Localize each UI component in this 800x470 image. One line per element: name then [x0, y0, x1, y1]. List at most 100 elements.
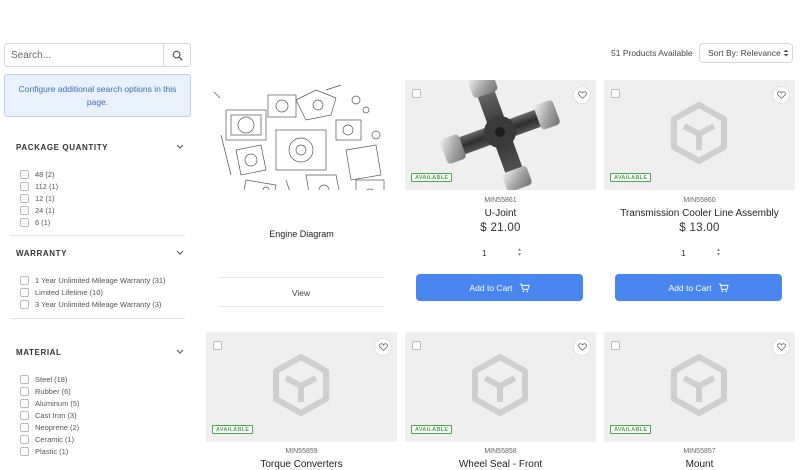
product-price: $ 13.00 [679, 222, 720, 234]
facet-option[interactable]: Ceramic (1) [20, 433, 190, 445]
box-placeholder-icon [273, 354, 329, 416]
facet-option[interactable]: 1 Year Unlimited Mileage Warranty (31) [20, 274, 190, 286]
cart-icon [718, 282, 729, 292]
checkbox[interactable] [20, 275, 29, 285]
box-placeholder-icon [671, 354, 727, 416]
sort-select[interactable]: Sort By: Relevance [699, 43, 793, 63]
checkbox[interactable] [20, 205, 29, 215]
product-image[interactable]: AVAILABLE [604, 80, 795, 190]
compare-checkbox[interactable] [412, 341, 421, 350]
quantity-stepper[interactable]: 1 ▲ ▼ [681, 245, 721, 261]
compare-checkbox[interactable] [412, 89, 421, 98]
favorite-button[interactable] [773, 339, 789, 355]
compare-checkbox[interactable] [213, 341, 222, 350]
search-input[interactable] [5, 44, 163, 66]
checkbox[interactable] [20, 181, 29, 191]
product-sku: MIN55858 [484, 448, 517, 455]
checkbox[interactable] [20, 287, 29, 297]
facet-title: MATERIAL [16, 347, 62, 357]
checkbox[interactable] [20, 386, 29, 396]
checkbox[interactable] [20, 422, 29, 432]
checkbox[interactable] [20, 398, 29, 408]
facet-option[interactable]: 112 (1) [20, 180, 190, 192]
checkbox[interactable] [20, 217, 29, 227]
results-count: 51 Products Available [611, 48, 693, 58]
engine-diagram-title[interactable]: Engine Diagram [206, 229, 397, 239]
availability-badge: AVAILABLE [411, 425, 453, 434]
quantity-value: 1 [482, 248, 487, 258]
product-image[interactable]: AVAILABLE [604, 332, 795, 442]
availability-badge: AVAILABLE [610, 173, 652, 182]
facet-option[interactable]: Plastic (1) [20, 445, 190, 457]
search-button[interactable] [163, 44, 190, 66]
engine-diagram-image[interactable] [206, 80, 397, 190]
facet-option[interactable]: Steel (18) [20, 373, 190, 385]
product-image[interactable]: AVAILABLE [405, 332, 596, 442]
quantity-stepper[interactable]: 1 ▲ ▼ [482, 245, 522, 261]
facet-option[interactable]: Aluminum (5) [20, 397, 190, 409]
checkbox[interactable] [20, 434, 29, 444]
stepper-arrows-icon[interactable]: ▲ ▼ [716, 248, 721, 258]
search-box [4, 43, 191, 67]
product-name[interactable]: Mount [604, 459, 795, 470]
product-card: AVAILABLE MIN55861 U-Joint $ 21.00 1 ▲ ▼ … [405, 80, 596, 310]
facet-list: Steel (18) Rubber (6) Aluminum (5) Cast Iro… [20, 373, 190, 457]
availability-badge: AVAILABLE [610, 425, 652, 434]
favorite-button[interactable] [773, 87, 789, 103]
availability-badge: AVAILABLE [411, 173, 453, 182]
facet-title: PACKAGE QUANTITY [16, 142, 109, 152]
facet-header[interactable]: WARRANTY [16, 246, 184, 260]
product-name[interactable]: Torque Converters [206, 459, 397, 470]
product-name[interactable]: U-Joint [405, 208, 596, 219]
checkbox[interactable] [20, 446, 29, 456]
divider [10, 235, 185, 236]
chevron-down-icon [176, 349, 184, 354]
chevron-down-icon [176, 250, 184, 255]
search-icon [172, 50, 183, 61]
facet-option[interactable]: Rubber (6) [20, 385, 190, 397]
favorite-button[interactable] [574, 339, 590, 355]
product-card: AVAILABLE MIN55860 Transmission Cooler L… [604, 80, 795, 310]
facet-header[interactable]: PACKAGE QUANTITY [16, 140, 184, 154]
facet-option[interactable]: Neoprene (2) [20, 421, 190, 433]
checkbox[interactable] [20, 299, 29, 309]
facet-option[interactable]: 12 (1) [20, 192, 190, 204]
product-image[interactable]: AVAILABLE [405, 80, 596, 190]
add-to-cart-label: Add to Cart [469, 282, 513, 293]
checkbox[interactable] [20, 374, 29, 384]
stepper-arrows-icon[interactable]: ▲ ▼ [517, 248, 522, 258]
facet-option[interactable]: Limited Lifetime (10) [20, 286, 190, 298]
checkbox[interactable] [20, 193, 29, 203]
facet-title: WARRANTY [16, 248, 68, 258]
quantity-value: 1 [681, 248, 686, 258]
engine-exploded-diagram-icon [213, 84, 385, 190]
product-name[interactable]: Transmission Cooler Line Assembly [604, 208, 795, 219]
add-to-cart-button[interactable]: Add to Cart [416, 274, 583, 301]
facet-option[interactable]: 48 (2) [20, 168, 190, 180]
product-name[interactable]: Wheel Seal - Front [405, 459, 596, 470]
facet-option[interactable]: 6 (1) [20, 216, 190, 228]
product-card: AVAILABLE MIN55859 Torque Converters [206, 332, 397, 470]
facet-option[interactable]: 3 Year Unlimited Mileage Warranty (3) [20, 298, 190, 310]
view-link[interactable]: View [218, 277, 384, 307]
facet-header[interactable]: MATERIAL [16, 345, 184, 359]
chevron-down-icon [176, 144, 184, 149]
checkbox[interactable] [20, 169, 29, 179]
compare-checkbox[interactable] [611, 89, 620, 98]
favorite-button[interactable] [574, 87, 590, 103]
add-to-cart-button[interactable]: Add to Cart [615, 274, 782, 301]
availability-badge: AVAILABLE [212, 425, 254, 434]
compare-checkbox[interactable] [611, 341, 620, 350]
product-image[interactable]: AVAILABLE [206, 332, 397, 442]
product-sku: MIN55860 [683, 197, 716, 204]
product-sku: MIN55859 [285, 448, 318, 455]
checkbox[interactable] [20, 410, 29, 420]
facet-option[interactable]: 24 (1) [20, 204, 190, 216]
engine-diagram-card: Engine Diagram View [206, 80, 397, 320]
favorite-button[interactable] [375, 339, 391, 355]
heart-icon [378, 343, 388, 351]
divider [10, 318, 185, 319]
facet-option[interactable]: Cast Iron (3) [20, 409, 190, 421]
search-options-notice[interactable]: Configure additional search options in t… [4, 74, 191, 117]
heart-icon [577, 343, 587, 351]
